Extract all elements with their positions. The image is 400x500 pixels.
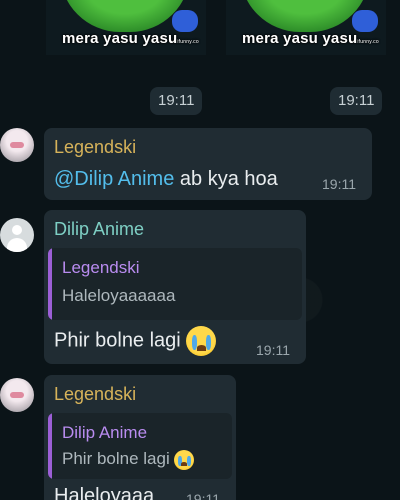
sticker-message[interactable]: mera yasu yasuifunny.co <box>226 0 386 55</box>
chat-screen: mera yasu yasuifunny.co mera yasu yasuif… <box>0 0 400 500</box>
sender-name[interactable]: Legendski <box>54 384 136 405</box>
pepe-frog-sticker-image <box>60 0 190 32</box>
sender-name[interactable]: Dilip Anime <box>54 219 144 240</box>
sticker-caption: mera yasu yasuifunny.co <box>62 30 199 47</box>
sticker-timestamp: 19:11 <box>330 87 383 115</box>
sticker-timestamp: 19:11 <box>150 87 203 115</box>
message-text: Phir bolne lagi <box>54 326 217 356</box>
sticker-message[interactable]: mera yasu yasuifunny.co <box>46 0 206 55</box>
quoted-sender: Dilip Anime <box>62 423 148 442</box>
quoted-text: Haleloyaaaaaa <box>62 286 176 305</box>
quoted-sender: Legendski <box>62 258 140 277</box>
message-bubble[interactable]: Legendski @Dilip Anime ab kya hoa 19:11 <box>44 128 372 200</box>
sticker-hand-image <box>352 10 378 32</box>
message-text: Haleloyaaa <box>54 485 155 500</box>
loudly-crying-face-icon <box>174 449 195 470</box>
quoted-message[interactable]: Legendski Haleloyaaaaaa <box>48 248 302 320</box>
pepe-frog-sticker-image <box>240 0 370 32</box>
message-timestamp: 19:11 <box>256 342 290 358</box>
sender-name[interactable]: Legendski <box>54 137 136 158</box>
sticker-hand-image <box>172 10 198 32</box>
avatar[interactable] <box>0 218 34 252</box>
message-timestamp: 19:11 <box>322 176 356 192</box>
default-avatar-icon <box>12 225 22 235</box>
quote-bar <box>48 413 52 479</box>
mention-link[interactable]: @Dilip Anime <box>54 168 174 190</box>
message-timestamp: 19:11 <box>186 491 220 500</box>
message-bubble[interactable]: Dilip Anime Legendski Haleloyaaaaaa Phir… <box>44 210 306 364</box>
sticker-caption: mera yasu yasuifunny.co <box>242 30 379 47</box>
quoted-message[interactable]: Dilip Anime Phir bolne lagi <box>48 413 232 479</box>
message-bubble[interactable]: Legendski Dilip Anime Phir bolne lagi Ha… <box>44 375 236 500</box>
loudly-crying-face-icon <box>186 326 217 356</box>
avatar[interactable] <box>0 128 34 162</box>
quoted-text: Phir bolne lagi <box>62 449 195 470</box>
avatar[interactable] <box>0 378 34 412</box>
quote-bar <box>48 248 52 320</box>
message-text: @Dilip Anime ab kya hoa <box>54 168 278 190</box>
